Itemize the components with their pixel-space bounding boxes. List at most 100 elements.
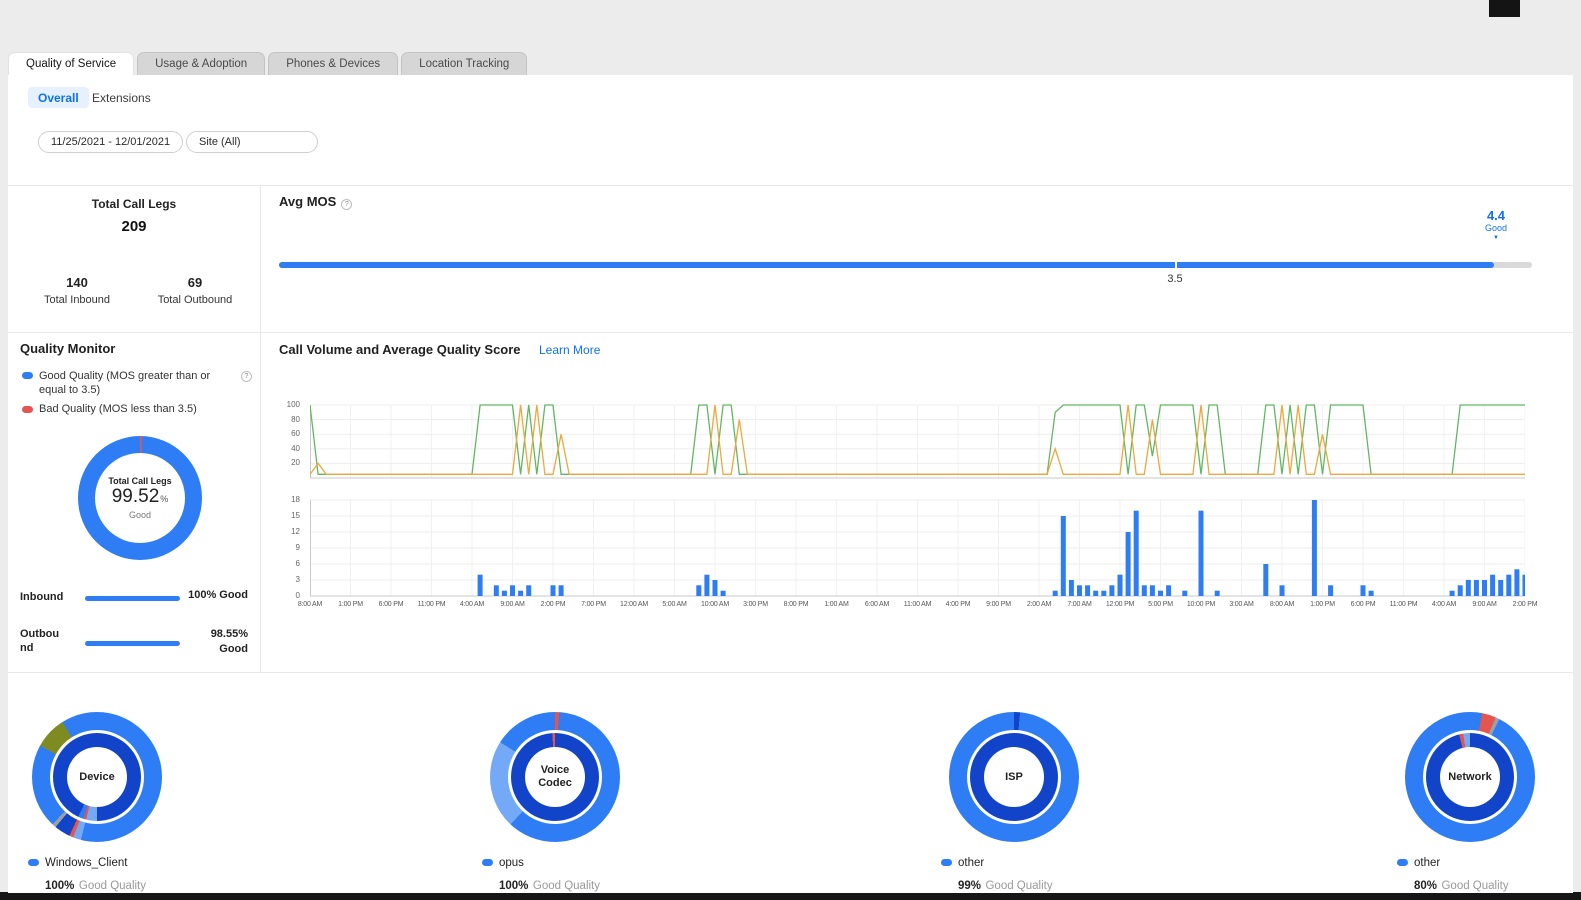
outbound-rate-label: Outbound: [20, 627, 63, 656]
voice-codec-legend-quality: Good Quality: [533, 880, 600, 892]
isp-donut-inner: ISP: [970, 733, 1058, 821]
axis-tick-label: 10:00 AM: [701, 601, 729, 608]
legend-dot-icon: [28, 859, 39, 866]
good-quality-legend-text: Good Quality (MOS greater than or equal …: [39, 369, 225, 398]
axis-tick-label: 1:00 PM: [1310, 601, 1335, 608]
isp-legend-name: other: [958, 857, 984, 869]
donut-center-sub: Good: [129, 510, 151, 520]
top-right-dark-box: [1489, 0, 1520, 17]
legend-bad-quality: Bad Quality (MOS less than 3.5): [22, 403, 252, 415]
donut-center-value: 99.52%: [112, 486, 169, 508]
good-quality-dot-icon: [22, 372, 33, 379]
total-call-legs-value: 209: [8, 218, 260, 235]
voice-codec-donut-inner: Voice Codec: [511, 733, 599, 821]
tab-usage-adoption[interactable]: Usage & Adoption: [137, 52, 265, 75]
mos-threshold-tick: [1175, 261, 1177, 269]
axis-tick-label: 5:00 PM: [1148, 601, 1173, 608]
legend-dot-icon: [941, 859, 952, 866]
voice-codec-legend: opus 100% Good Quality: [482, 853, 600, 894]
axis-tick-label: 6: [296, 559, 300, 568]
axis-tick-label: 11:00 PM: [418, 601, 446, 608]
avg-mos-marker: 4.4 Good ▼: [1474, 208, 1518, 241]
isp-donut-label: ISP: [984, 747, 1044, 807]
axis-tick-label: 100: [287, 400, 300, 409]
axis-tick-label: 18: [291, 495, 300, 504]
legend-dot-icon: [482, 859, 493, 866]
device-donut: Device: [32, 712, 162, 842]
tab-location-tracking[interactable]: Location Tracking: [401, 52, 527, 75]
axis-tick-label: 0: [296, 591, 300, 600]
device-legend-pct: 100%: [45, 880, 74, 892]
qos-dashboard-screen: Quality of Service Usage & Adoption Phon…: [0, 0, 1581, 900]
axis-tick-label: 11:00 PM: [1390, 601, 1418, 608]
date-range-filter[interactable]: 11/25/2021 - 12/01/2021: [38, 131, 183, 153]
axis-tick-label: 60: [291, 429, 300, 438]
network-donut-gap: Network: [1423, 730, 1517, 824]
subtab-overall[interactable]: Overall: [28, 87, 89, 108]
tab-quality-of-service[interactable]: Quality of Service: [8, 52, 134, 75]
inbound-label: Total Inbound: [18, 294, 136, 306]
network-legend-pct: 80%: [1414, 880, 1437, 892]
avg-mos-value-sub: Good: [1484, 224, 1508, 234]
axis-tick-label: 10:00 PM: [1187, 601, 1215, 608]
network-donut-label: Network: [1440, 747, 1500, 807]
info-icon[interactable]: ?: [341, 199, 352, 210]
axis-tick-label: 6:00 PM: [1351, 601, 1376, 608]
device-legend-name: Windows_Client: [45, 857, 127, 869]
axis-tick-label: 4:00 PM: [946, 601, 971, 608]
axis-tick-label: 1:00 AM: [824, 601, 848, 608]
axis-tick-label: 1:00 PM: [338, 601, 363, 608]
legend-good-quality: Good Quality (MOS greater than or equal …: [22, 369, 252, 398]
axis-tick-label: 3:00 PM: [743, 601, 768, 608]
avg-mos-slider[interactable]: [279, 262, 1532, 268]
device-legend-quality: Good Quality: [79, 880, 146, 892]
quality-line-chart: [310, 402, 1525, 480]
axis-tick-label: 2:00 PM: [1513, 601, 1538, 608]
device-donut-inner: Device: [53, 733, 141, 821]
tab-phones-devices[interactable]: Phones & Devices: [268, 52, 398, 75]
line-chart-y-axis: 20406080100: [270, 402, 306, 482]
call-volume-header: Call Volume and Average Quality Score Le…: [279, 341, 600, 359]
voice-codec-legend-name: opus: [499, 857, 524, 869]
axis-tick-label: 20: [291, 458, 300, 467]
mos-threshold-label: 3.5: [1158, 273, 1192, 285]
learn-more-link[interactable]: Learn More: [539, 343, 600, 357]
axis-tick-label: 4:00 AM: [460, 601, 484, 608]
chart-x-axis: 8:00 AM1:00 PM6:00 PM11:00 PM4:00 AM9:00…: [310, 601, 1525, 613]
network-legend-name: other: [1414, 857, 1440, 869]
voice-codec-donut: Voice Codec: [490, 712, 620, 842]
axis-tick-label: 6:00 AM: [865, 601, 889, 608]
isp-legend-pct: 99%: [958, 880, 981, 892]
avg-mos-fill: [279, 262, 1494, 268]
network-donut: Network: [1405, 712, 1535, 842]
divider: [8, 332, 1573, 333]
axis-tick-label: 2:00 AM: [1027, 601, 1051, 608]
marker-arrow-icon: ▼: [1474, 235, 1518, 241]
total-outbound-block: 69 Total Outbound: [136, 275, 254, 306]
subtab-extensions[interactable]: Extensions: [82, 87, 161, 108]
isp-donut: ISP: [949, 712, 1079, 842]
site-filter[interactable]: Site (All): [186, 131, 318, 153]
axis-tick-label: 7:00 AM: [1067, 601, 1091, 608]
axis-tick-label: 9:00 AM: [500, 601, 524, 608]
donut-center-title: Total Call Legs: [108, 476, 171, 486]
total-quality-donut: Total Call Legs 99.52% Good: [78, 436, 202, 560]
info-icon[interactable]: ?: [241, 371, 252, 382]
bar-chart-y-axis: 0369121518: [270, 496, 306, 602]
isp-legend: other 99% Good Quality: [941, 853, 1053, 894]
axis-tick-label: 2:00 PM: [541, 601, 566, 608]
isp-donut-gap: ISP: [967, 730, 1061, 824]
network-donut-inner: Network: [1426, 733, 1514, 821]
divider: [8, 672, 1573, 673]
main-tab-bar: Quality of Service Usage & Adoption Phon…: [8, 52, 527, 75]
total-quality-donut-center: Total Call Legs 99.52% Good: [95, 453, 185, 543]
device-donut-label: Device: [67, 747, 127, 807]
device-legend: Windows_Client 100% Good Quality: [28, 853, 146, 894]
axis-tick-label: 12:00 AM: [620, 601, 648, 608]
axis-tick-label: 9:00 AM: [1472, 601, 1496, 608]
voice-codec-donut-label: Voice Codec: [525, 747, 585, 807]
axis-tick-label: 15: [291, 511, 300, 520]
legend-dot-icon: [1397, 859, 1408, 866]
total-call-legs-label: Total Call Legs: [8, 197, 260, 211]
axis-tick-label: 80: [291, 415, 300, 424]
